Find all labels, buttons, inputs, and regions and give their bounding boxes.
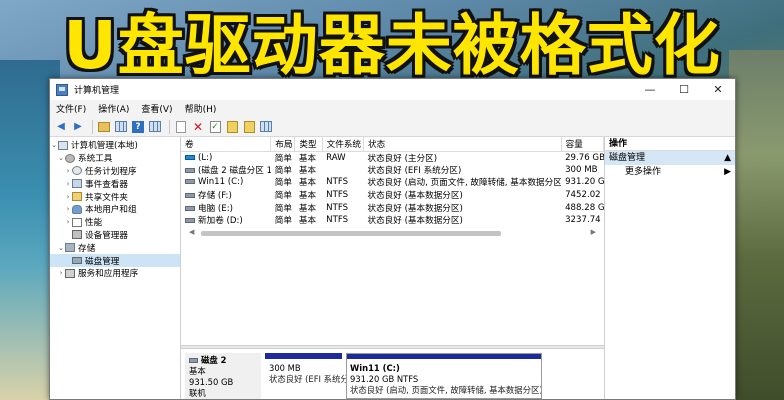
chevron-right-icon: ▶	[724, 167, 731, 177]
table-row[interactable]: Win11 (C:) 简单 基本 NTFS 状态良好 (启动, 页面文件, 故障…	[181, 176, 604, 189]
partition-c[interactable]: Win11 (C:) 931.20 GB NTFS 状态良好 (启动, 页面文件…	[346, 353, 543, 399]
toolbar-separator	[92, 119, 93, 134]
banner-text: U盘驱动器未被格式化	[63, 7, 721, 84]
col-filesystem[interactable]: 文件系统	[322, 137, 364, 152]
scroll-thumb[interactable]	[201, 230, 501, 236]
col-volume[interactable]: 卷	[181, 137, 272, 152]
toolbar: ◀ ▶ ? ✕ ✓	[50, 117, 735, 137]
menu-file[interactable]: 文件(F)	[56, 102, 86, 115]
tree-item-task-scheduler[interactable]: › 任务计划程序	[50, 165, 180, 178]
tree-item-device-manager[interactable]: 设备管理器	[50, 229, 180, 242]
horizontal-scrollbar[interactable]: ◀ ▶	[189, 228, 596, 237]
computer-icon	[58, 140, 68, 150]
volume-table: 卷 布局 类型 文件系统 状态 容量 (L:) 简单 基本 RAW 状态良好 (	[181, 137, 605, 227]
title-bar: 计算机管理 — ☐ ✕	[50, 79, 735, 100]
users-icon	[72, 204, 82, 214]
folder-up-icon[interactable]	[225, 120, 239, 134]
tree-item-system-tools[interactable]: ⌄ 系统工具	[50, 152, 180, 165]
volume-icon	[185, 154, 195, 160]
window-title: 计算机管理	[74, 86, 120, 96]
computer-management-icon	[56, 83, 68, 96]
more-actions-item[interactable]: 更多操作 ▶	[605, 165, 735, 179]
background-cliff	[729, 50, 784, 400]
back-arrow-icon[interactable]: ◀	[54, 120, 68, 134]
actions-pane: 操作 磁盘管理 ▲ 更多操作 ▶	[605, 137, 735, 399]
volume-icon	[185, 218, 195, 224]
table-row[interactable]: (L:) 简单 基本 RAW 状态良好 (主分区) 29.76 GB	[181, 151, 604, 164]
menu-action[interactable]: 操作(A)	[98, 102, 129, 115]
maximize-button[interactable]: ☐	[667, 79, 701, 100]
table-row[interactable]: 存储 (F:) 简单 基本 NTFS 状态良好 (基本数据分区) 7452.02	[181, 189, 604, 202]
search-icon[interactable]	[242, 120, 256, 134]
performance-icon	[72, 217, 82, 227]
list-view-icon[interactable]	[259, 120, 273, 134]
delete-icon[interactable]: ✕	[191, 120, 205, 134]
table-row[interactable]: 电脑 (E:) 简单 基本 NTFS 状态良好 (基本数据分区) 488.28 …	[181, 201, 604, 214]
services-icon	[65, 268, 75, 278]
minimize-button[interactable]: —	[633, 79, 667, 100]
partition-efi[interactable]: 300 MB 状态良好 (EFI 系统分区)	[265, 353, 360, 399]
tree-item-event-viewer[interactable]: › 事件查看器	[50, 177, 180, 190]
menu-help[interactable]: 帮助(H)	[185, 102, 217, 115]
volume-table-header: 卷 布局 类型 文件系统 状态 容量	[181, 137, 605, 152]
disk-icon	[72, 257, 82, 265]
actions-section-disk-management[interactable]: 磁盘管理 ▲	[605, 151, 735, 165]
table-row[interactable]: (磁盘 2 磁盘分区 1) 简单 基本 状态良好 (EFI 系统分区) 300 …	[181, 164, 604, 177]
volume-icon	[185, 205, 195, 211]
computer-management-window: 计算机管理 — ☐ ✕ 文件(F) 操作(A) 查看(V) 帮助(H) ◀ ▶ …	[49, 78, 736, 400]
volume-icon	[185, 193, 195, 199]
col-capacity[interactable]: 容量	[561, 137, 605, 152]
show-hide-tree-icon[interactable]	[114, 120, 128, 134]
volume-list-empty-area	[181, 236, 604, 345]
tools-icon	[65, 153, 75, 163]
check-icon[interactable]: ✓	[208, 120, 222, 134]
volume-icon	[185, 167, 195, 173]
device-manager-icon	[72, 230, 82, 240]
tree-item-disk-management[interactable]: 磁盘管理	[50, 254, 180, 267]
disk-type: 基本	[189, 366, 206, 376]
connect-icon[interactable]	[174, 120, 188, 134]
shared-folder-icon	[72, 192, 82, 202]
col-status[interactable]: 状态	[363, 137, 562, 152]
tree-item-services-apps[interactable]: › 服务和应用程序	[50, 267, 180, 280]
tree-item-root[interactable]: ⌄ 计算机管理(本地)	[50, 139, 180, 152]
scroll-right-icon[interactable]: ▶	[591, 228, 596, 236]
menu-view[interactable]: 查看(V)	[141, 102, 172, 115]
toolbar-separator	[169, 119, 170, 134]
tree-item-storage[interactable]: ⌄ 存储	[50, 241, 180, 254]
forward-arrow-icon[interactable]: ▶	[71, 120, 85, 134]
actions-header: 操作	[605, 137, 735, 151]
event-log-icon	[72, 179, 82, 189]
disk-label[interactable]: 磁盘 2 基本 931.50 GB 联机	[185, 353, 261, 399]
tree-item-performance[interactable]: › 性能	[50, 216, 180, 229]
close-button[interactable]: ✕	[701, 79, 735, 100]
navigation-tree: ⌄ 计算机管理(本地) ⌄ 系统工具 › 任务计划程序 › 事件查看器 › 共享文件夹 ›…	[50, 137, 181, 399]
storage-icon	[65, 243, 75, 253]
disk-size: 931.50 GB	[189, 377, 234, 387]
properties-icon[interactable]	[148, 120, 162, 134]
up-folder-icon[interactable]	[97, 120, 111, 134]
volume-icon	[185, 179, 195, 185]
disk-icon	[189, 358, 198, 363]
col-type[interactable]: 类型	[294, 137, 323, 152]
table-row[interactable]: 新加卷 (D:) 简单 基本 NTFS 状态良好 (基本数据分区) 3237.7…	[181, 214, 604, 227]
title-banner: U盘驱动器未被格式化	[0, 0, 784, 84]
menu-bar: 文件(F) 操作(A) 查看(V) 帮助(H)	[50, 100, 735, 117]
disk-status: 联机	[189, 388, 206, 398]
collapse-icon: ▲	[724, 153, 731, 163]
tree-item-local-users[interactable]: › 本地用户和组	[50, 203, 180, 216]
col-layout[interactable]: 布局	[270, 137, 296, 152]
help-icon[interactable]: ?	[131, 120, 145, 134]
tree-item-shared-folders[interactable]: › 共享文件夹	[50, 190, 180, 203]
scroll-left-icon[interactable]: ◀	[189, 228, 194, 236]
disk-management-pane: 卷 布局 类型 文件系统 状态 容量 (L:) 简单 基本 RAW 状态良好 (	[181, 137, 605, 399]
disk-map: 磁盘 2 基本 931.50 GB 联机 300 MB 状态良好 (EFI 系统…	[181, 349, 604, 399]
clock-icon	[72, 166, 82, 176]
